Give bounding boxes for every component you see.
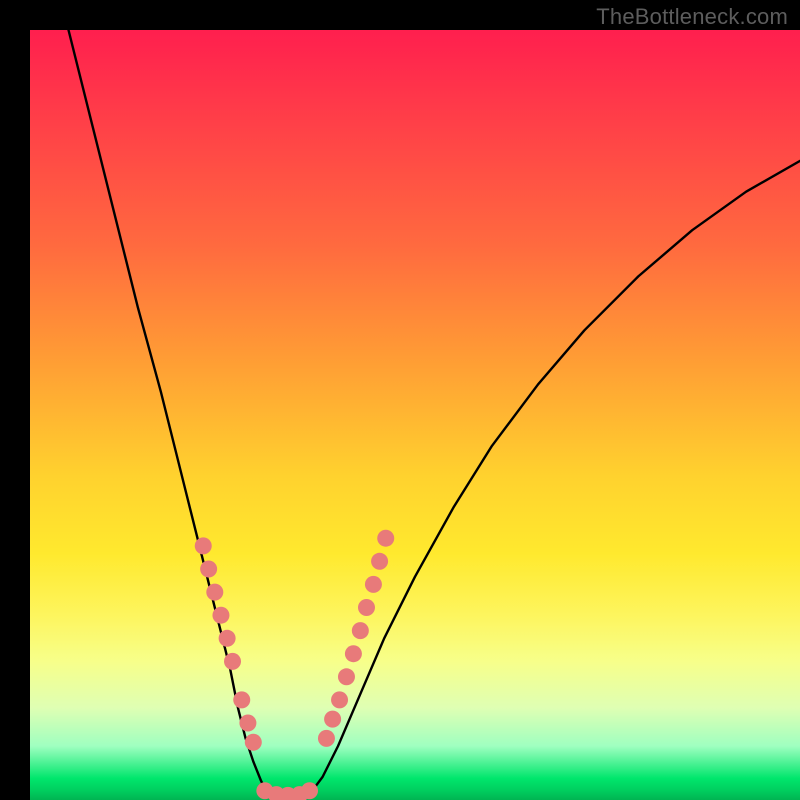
- marker-dot: [371, 553, 388, 570]
- chart-frame: TheBottleneck.com: [0, 0, 800, 800]
- marker-dot: [212, 607, 229, 624]
- marker-dot: [195, 537, 212, 554]
- marker-dot: [365, 576, 382, 593]
- curve-group: [69, 30, 800, 796]
- marker-dot: [324, 711, 341, 728]
- marker-dot: [301, 782, 318, 799]
- marker-dot: [318, 730, 335, 747]
- marker-dot: [239, 715, 256, 732]
- marker-dot: [245, 734, 262, 751]
- marker-dot: [377, 530, 394, 547]
- marker-dot: [352, 622, 369, 639]
- marker-dot: [200, 561, 217, 578]
- marker-dot: [219, 630, 236, 647]
- plot-area: [30, 30, 800, 800]
- marker-group: [195, 530, 394, 800]
- marker-dot: [331, 691, 348, 708]
- marker-dot: [338, 668, 355, 685]
- marker-dot: [206, 584, 223, 601]
- series-left-curve: [69, 30, 268, 792]
- chart-svg: [30, 30, 800, 800]
- series-right-curve: [311, 161, 800, 792]
- marker-dot: [224, 653, 241, 670]
- marker-dot: [358, 599, 375, 616]
- watermark-text: TheBottleneck.com: [596, 4, 788, 30]
- marker-dot: [233, 691, 250, 708]
- marker-dot: [345, 645, 362, 662]
